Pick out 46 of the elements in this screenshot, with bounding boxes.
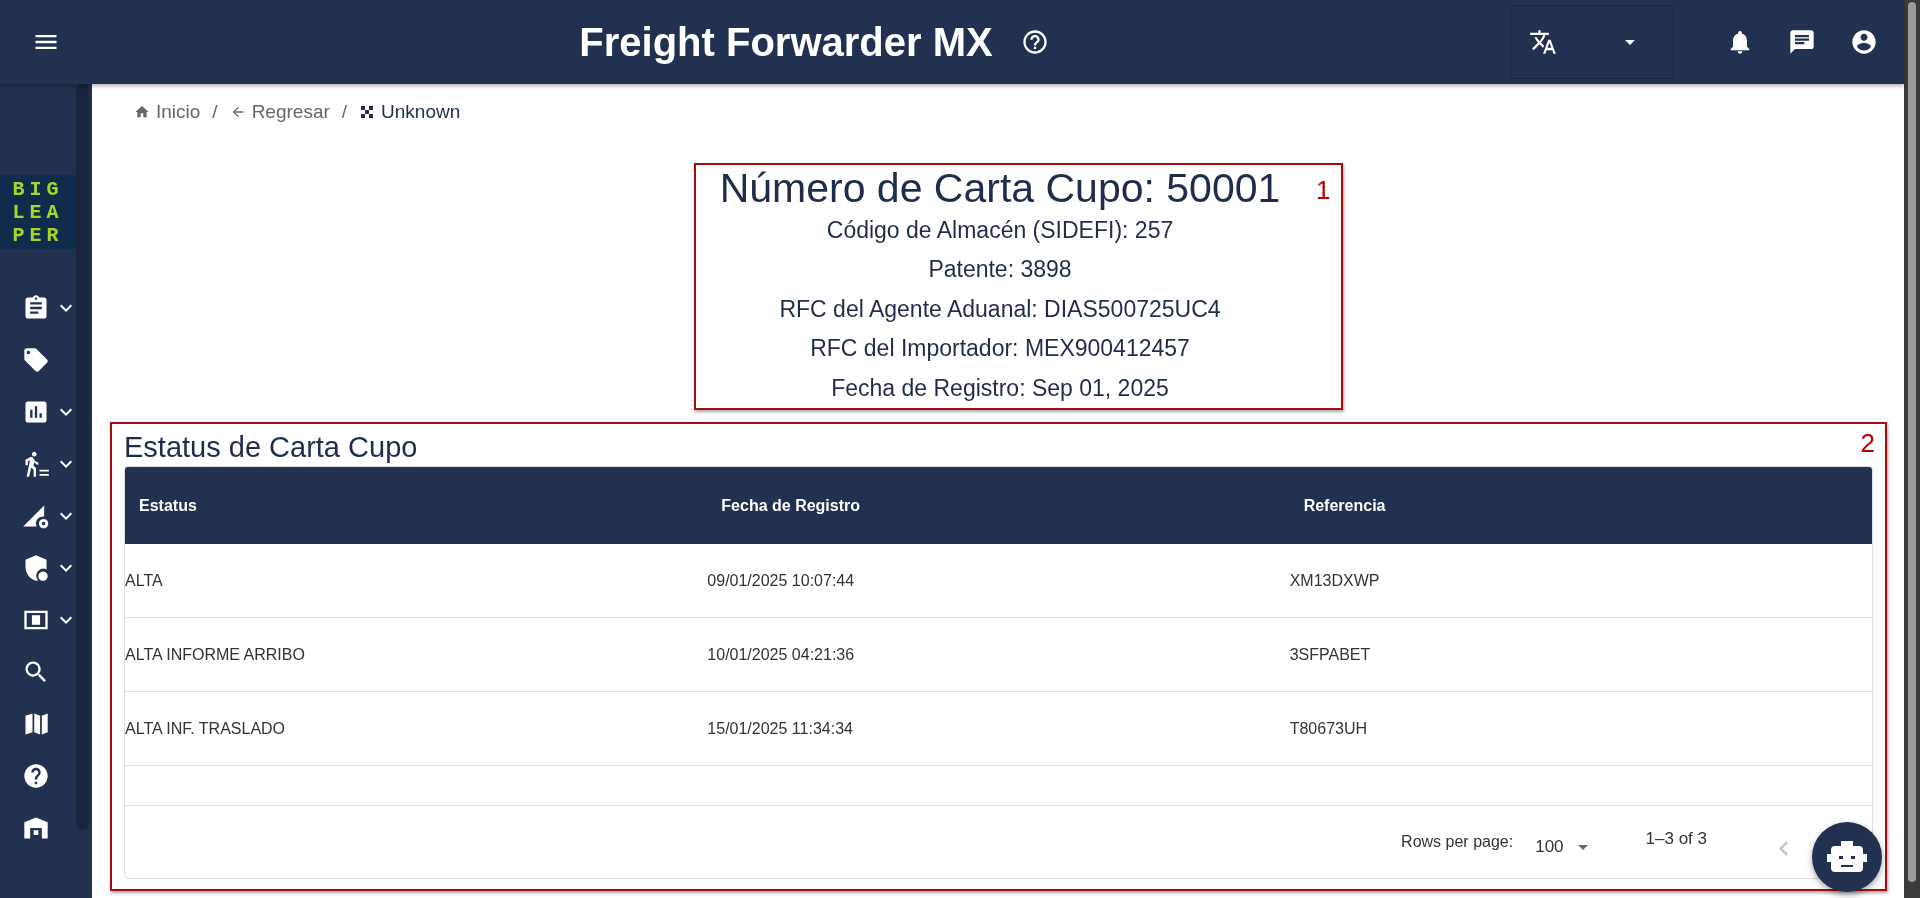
table-cell: 10/01/2025 04:21:36 [707, 645, 855, 663]
rows-per-page-label: Rows per page: [1401, 833, 1514, 851]
column-header[interactable]: Estatus [125, 496, 708, 515]
scrollbar[interactable] [1904, 0, 1920, 898]
breadcrumb-link[interactable]: Inicio [134, 100, 201, 123]
breadcrumb-separator: / [212, 100, 218, 123]
home-icon [134, 103, 150, 120]
breadcrumb-link[interactable]: Regresar [229, 100, 330, 123]
help-icon [22, 762, 50, 790]
detail-text: Código de Almacén (SIDEFI): 257 [826, 216, 1174, 245]
annotation-number: 2 [1860, 428, 1875, 459]
table-cell: ALTA [125, 571, 163, 589]
table-cell: ALTA INF. TRASLADO [125, 719, 286, 737]
detail-text: RFC del Importador: MEX900412457 [810, 334, 1190, 364]
table-cell: XM13DXWP [1289, 571, 1380, 589]
help-icon [1020, 28, 1049, 56]
tag-icon [22, 346, 50, 374]
detail-text: Fecha de Registro: Sep 01, 2025 [831, 373, 1169, 403]
breadcrumb-link[interactable]: Unknown [359, 100, 461, 123]
table-cell: ALTA INFORME ARRIBO [125, 645, 305, 663]
detail-text: Patente: 3898 [928, 255, 1072, 285]
sidebar-scrollbar[interactable] [76, 84, 89, 830]
chevron-left-icon [1779, 840, 1788, 856]
column-header[interactable]: Fecha de Registro [707, 496, 1290, 515]
checker-icon [359, 103, 376, 120]
translate-icon [1529, 28, 1557, 56]
rows-per-page-select[interactable]: 100 [1535, 827, 1588, 857]
table-cell: 3SFPABET [1289, 645, 1371, 663]
page-heading: Número de Carta Cupo: 50001 [719, 165, 1281, 211]
app-title: Freight Forwarder MX [579, 19, 993, 65]
robot-icon [1827, 839, 1867, 875]
table-cell: 15/01/2025 11:34:34 [707, 719, 853, 737]
logo: BIG LEA PER [0, 175, 76, 249]
chat-icon [1788, 28, 1816, 56]
table-cell: T80673UH [1289, 719, 1368, 737]
dropdown-arrow-icon [1577, 844, 1588, 850]
language-select[interactable] [1510, 5, 1674, 79]
dropdown-arrow-icon [1625, 39, 1635, 45]
annotation-number: 1 [1316, 175, 1331, 206]
detail-text: RFC del Agente Aduanal: DIAS500725UC4 [779, 294, 1221, 324]
section-heading: Estatus de Carta Cupo [124, 430, 418, 464]
breadcrumb-separator: / [341, 100, 348, 123]
page-range: 1–3 of 3 [1645, 829, 1707, 850]
table-cell: 09/01/2025 10:07:44 [707, 571, 855, 589]
account-icon [1850, 28, 1878, 56]
column-header[interactable]: Referencia [1289, 496, 1872, 515]
